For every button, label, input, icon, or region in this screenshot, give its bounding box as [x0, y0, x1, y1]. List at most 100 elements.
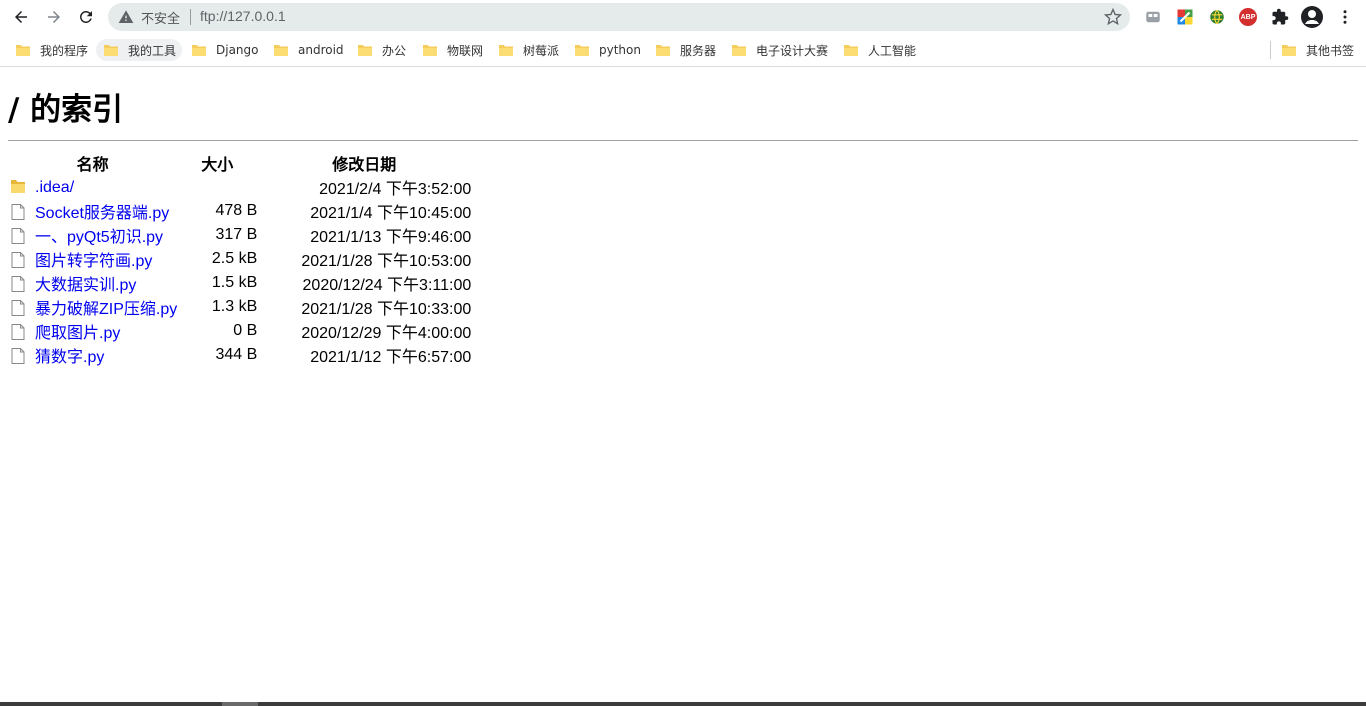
bookmark-label: 物联网: [447, 43, 484, 58]
column-header-size[interactable]: 大小: [177, 151, 257, 175]
file-link[interactable]: Socket服务器端.py: [35, 205, 169, 222]
horizontal-scrollbar[interactable]: [0, 702, 1366, 706]
column-header-name[interactable]: 名称: [8, 151, 177, 175]
bookmark-item[interactable]: android: [266, 39, 350, 61]
file-size-cell: 1.5 kB: [211, 274, 258, 291]
folder-icon: [16, 44, 30, 56]
folder-icon: [656, 44, 670, 56]
file-size-cell: 0 B: [233, 322, 258, 339]
file-link[interactable]: .idea/: [35, 179, 74, 196]
file-date-cell: 2021/1/12 下午6:57:00: [310, 349, 472, 366]
bookmark-item[interactable]: python: [567, 39, 647, 61]
bookmark-item[interactable]: 办公: [350, 39, 412, 61]
table-row: .idea/ 2021/2/4 下午3:52:00: [8, 175, 471, 199]
bookmark-item[interactable]: 物联网: [415, 39, 489, 61]
folder-icon: [575, 44, 589, 56]
page-title: / 的索引: [8, 92, 124, 128]
folder-icon: [104, 44, 118, 56]
bookmark-label: 服务器: [680, 43, 717, 58]
bookmark-item[interactable]: 电子设计大赛: [724, 39, 834, 61]
file-icon: [11, 252, 25, 268]
table-header-row: 名称 大小 修改日期: [8, 151, 471, 175]
table-row: 猜数字.py 344 B 2021/1/12 下午6:57:00: [8, 343, 471, 367]
file-date-cell: 2020/12/24 下午3:11:00: [302, 277, 472, 294]
file-listing-table: 名称 大小 修改日期 .idea/ 2021/2/4 下午3:52:00 Soc…: [8, 151, 471, 367]
file-link[interactable]: 暴力破解ZIP压缩.py: [35, 301, 177, 318]
reload-button[interactable]: [74, 5, 98, 29]
bookmark-label: 人工智能: [868, 43, 917, 58]
bookmark-label: android: [298, 43, 344, 57]
folder-icon: [1282, 44, 1296, 56]
forward-button[interactable]: [42, 5, 66, 29]
file-date-cell: 2021/1/13 下午9:46:00: [310, 229, 472, 246]
folder-icon: [423, 44, 437, 56]
file-date-cell: 2021/2/4 下午3:52:00: [319, 181, 472, 198]
file-name-cell: 猜数字.py: [8, 343, 177, 367]
file-icon: [11, 324, 25, 340]
file-date-cell: 2020/12/29 下午4:00:00: [301, 325, 472, 342]
bookmark-label: 树莓派: [523, 43, 560, 58]
menu-icon[interactable]: [1336, 8, 1354, 26]
url-text[interactable]: ftp://127.0.0.1: [200, 8, 286, 24]
back-button[interactable]: [9, 5, 33, 29]
file-name-cell: Socket服务器端.py: [8, 199, 177, 223]
warning-icon[interactable]: [118, 9, 134, 25]
address-bar[interactable]: 不安全 ftp://127.0.0.1: [108, 3, 1130, 31]
file-name-cell: 暴力破解ZIP压缩.py: [8, 295, 177, 319]
profile-icon[interactable]: [1300, 5, 1324, 29]
file-date-cell: 2021/1/28 下午10:33:00: [301, 301, 472, 318]
tab-icon[interactable]: [1144, 8, 1162, 26]
bookmark-item[interactable]: 我的工具: [96, 39, 183, 61]
folder-icon: [732, 44, 746, 56]
bookmark-item[interactable]: Django: [184, 39, 265, 61]
file-link[interactable]: 爬取图片.py: [35, 325, 120, 342]
file-icon: [11, 348, 25, 364]
file-icon: [11, 276, 25, 292]
file-size-cell: 2.5 kB: [211, 250, 258, 267]
file-name-cell: 大数据实训.py: [8, 271, 177, 295]
title-divider: [8, 140, 1358, 141]
bookmark-item[interactable]: 我的程序: [8, 39, 94, 61]
bookmark-label: Django: [216, 43, 259, 57]
file-link[interactable]: 一、pyQt5初识.py: [35, 229, 163, 246]
reload-icon: [79, 10, 92, 23]
file-link[interactable]: 图片转字符画.py: [35, 253, 152, 270]
file-link[interactable]: 猜数字.py: [35, 349, 104, 366]
table-row: 爬取图片.py 0 B 2020/12/29 下午4:00:00: [8, 319, 471, 343]
file-size-cell: 344 B: [215, 346, 258, 363]
bookmark-label: 电子设计大赛: [756, 43, 829, 58]
bookmark-item[interactable]: 服务器: [648, 39, 722, 61]
bookmark-item[interactable]: 人工智能: [836, 39, 922, 61]
folder-icon: [274, 44, 288, 56]
color-picker-icon[interactable]: [1176, 8, 1194, 26]
folder-icon: [499, 44, 513, 56]
adblock-icon[interactable]: ABP: [1239, 8, 1257, 26]
page-content: / 的索引 名称 大小 修改日期 .idea/ 2021/2/4 下午3:52:…: [8, 68, 1358, 367]
bookmarks-divider: [1270, 41, 1271, 59]
table-row: 一、pyQt5初识.py 317 B 2021/1/13 下午9:46:00: [8, 223, 471, 247]
scrollbar-thumb[interactable]: [222, 702, 258, 706]
bookmark-label: python: [599, 43, 641, 57]
security-label[interactable]: 不安全: [141, 8, 180, 27]
globe-icon[interactable]: [1208, 8, 1226, 26]
omnibox-divider: [190, 9, 191, 25]
forward-icon: [48, 11, 60, 23]
star-icon[interactable]: [1104, 8, 1122, 26]
other-bookmarks[interactable]: 其他书签: [1274, 39, 1360, 61]
bookmark-label: 我的程序: [40, 43, 89, 58]
file-name-cell: 爬取图片.py: [8, 319, 177, 343]
browser-toolbar: 不安全 ftp://127.0.0.1 ABP: [0, 0, 1366, 35]
file-link[interactable]: 大数据实训.py: [35, 277, 136, 294]
folder-icon: [358, 44, 372, 56]
file-date-cell: 2021/1/28 下午10:53:00: [301, 253, 472, 270]
bookmarks-bar: 我的程序 我的工具 Django android 办公 物联网 树莓派 pyth…: [0, 35, 1366, 67]
folder-icon: [844, 44, 858, 56]
file-icon: [11, 300, 25, 316]
puzzle-icon[interactable]: [1271, 8, 1289, 26]
table-row: 图片转字符画.py 2.5 kB 2021/1/28 下午10:53:00: [8, 247, 471, 271]
adblock-label: ABP: [1240, 13, 1256, 21]
column-header-date[interactable]: 修改日期: [257, 151, 471, 175]
bookmark-item[interactable]: 树莓派: [491, 39, 565, 61]
file-name-cell: 一、pyQt5初识.py: [8, 223, 177, 247]
file-name-cell: 图片转字符画.py: [8, 247, 177, 271]
